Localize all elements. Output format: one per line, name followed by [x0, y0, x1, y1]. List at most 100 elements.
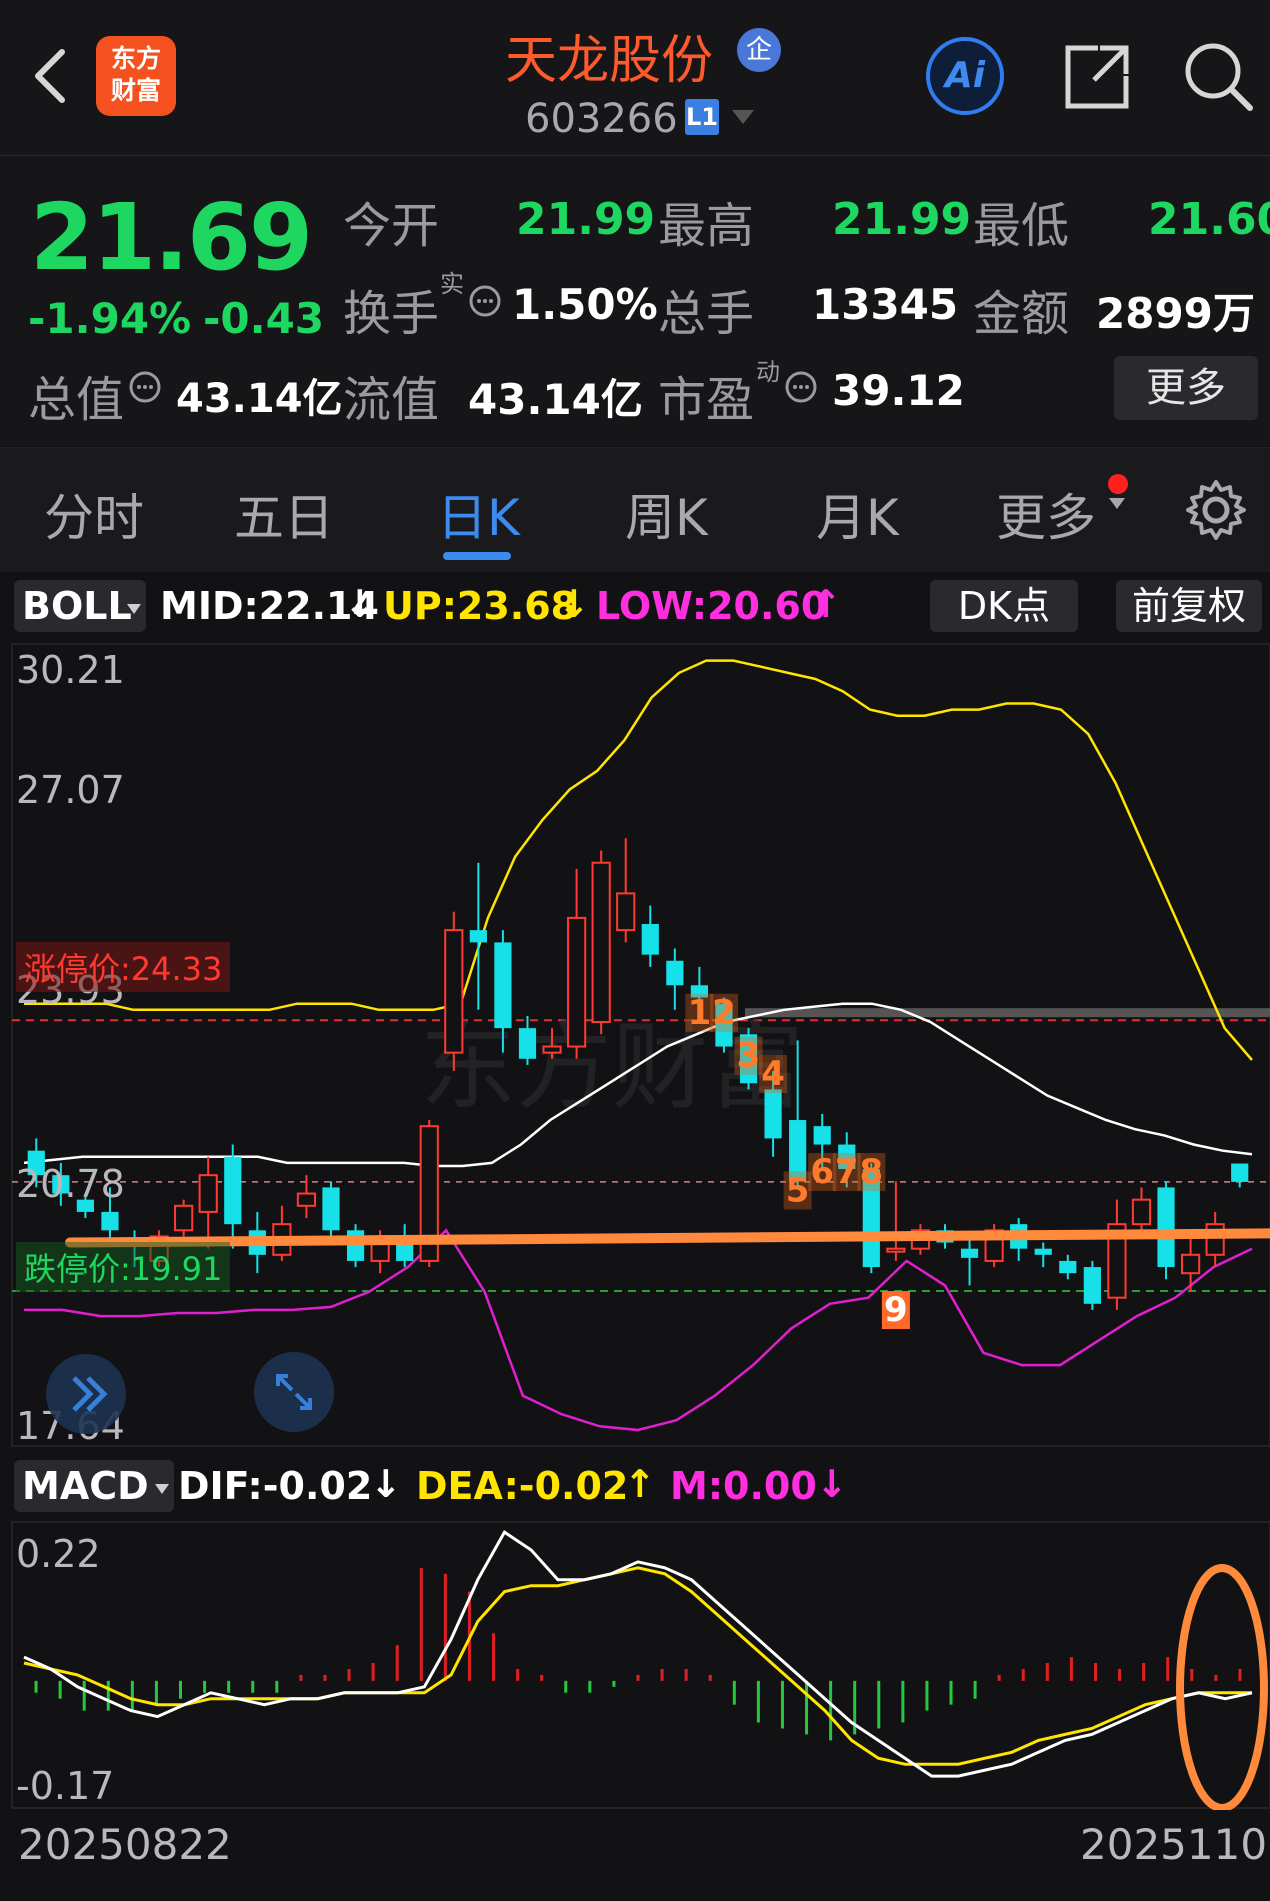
search-icon[interactable] — [1180, 38, 1256, 118]
more-button[interactable]: 更多 — [1114, 356, 1258, 420]
candle-body — [567, 916, 587, 1048]
change-amount: -0.43 — [203, 294, 325, 343]
macd-chart-area[interactable]: 0.22 -0.17 — [0, 1520, 1270, 1810]
notification-dot — [1108, 474, 1128, 494]
boll-up-arrow: ↓ — [558, 582, 590, 626]
price-axis-label: 20.78 — [16, 1162, 125, 1206]
macd-m: M:0.00 — [670, 1464, 817, 1508]
amount-value: 2899万 — [1096, 289, 1255, 338]
fast-forward-button[interactable] — [46, 1354, 126, 1434]
date-start: 20250822 — [18, 1820, 232, 1869]
fullscreen-button[interactable] — [254, 1352, 334, 1432]
open-label: 今开 — [343, 198, 440, 254]
candle-body — [322, 1187, 340, 1231]
settings-gear-icon[interactable] — [1184, 478, 1248, 546]
highlight-ellipse — [1176, 1564, 1268, 1810]
sequence-marker: 1 — [685, 993, 714, 1033]
dk-point-button[interactable]: DK点 — [930, 580, 1078, 632]
sequence-marker-label: 4 — [761, 1054, 785, 1094]
code-dropdown-icon[interactable] — [730, 108, 756, 130]
macd-svg[interactable] — [0, 1520, 1270, 1810]
candle-body — [1181, 1253, 1201, 1275]
candle-body — [542, 1045, 562, 1054]
volume-label: 总手 — [658, 286, 755, 342]
candle-body — [1083, 1267, 1101, 1304]
turnover-value: 1.50% — [512, 280, 658, 329]
boll-indicator-select[interactable]: BOLL — [14, 580, 146, 632]
candle-body — [960, 1248, 979, 1258]
sequence-marker-label: 9 — [884, 1290, 908, 1330]
sequence-marker-label: 6 — [810, 1152, 834, 1192]
limit-up-text: 涨停价:24.33 — [24, 950, 223, 988]
tab-more[interactable]: 更多 — [996, 478, 1096, 550]
candle-body — [518, 1028, 537, 1059]
candle-body — [813, 1126, 831, 1145]
turnover-info-icon[interactable] — [468, 284, 502, 322]
back-icon[interactable] — [26, 44, 74, 108]
price-axis-label: 27.07 — [16, 768, 125, 812]
sequence-marker: 9 — [881, 1290, 910, 1330]
candle-body — [641, 924, 659, 955]
fast-forward-icon — [72, 1376, 108, 1412]
candle-body — [1059, 1260, 1077, 1274]
pe-value: 39.12 — [832, 366, 965, 415]
ai-icon[interactable]: Ai — [926, 37, 1004, 115]
tab-daily-k[interactable]: 日K — [437, 478, 520, 550]
share-icon[interactable] — [1060, 40, 1134, 118]
limit-down-text: 跌停价:19.91 — [24, 1250, 223, 1288]
adjust-price-label: 前复权 — [1131, 584, 1246, 628]
company-badge-icon: 企 — [737, 28, 781, 72]
macd-indicator-name: MACD — [22, 1464, 149, 1508]
candle-body — [591, 861, 611, 1024]
total-mktcap-label: 总值 — [28, 372, 125, 428]
sequence-marker: 5 — [783, 1170, 812, 1210]
tab-intraday[interactable]: 分时 — [44, 478, 144, 550]
macd-dif-arrow: ↓ — [370, 1462, 402, 1506]
sequence-marker: 7 — [832, 1152, 861, 1192]
high-value: 21.99 — [832, 194, 972, 245]
candle-body — [494, 942, 512, 1029]
more-button-label: 更多 — [1146, 365, 1226, 411]
macd-axis-top: 0.22 — [16, 1532, 101, 1576]
candle-body — [1157, 1187, 1175, 1268]
macd-indicator-select[interactable]: MACD — [14, 1460, 174, 1512]
macd-header: MACD DIF:-0.02 ↓ DEA:-0.02 ↑ M:0.00 ↓ — [0, 1450, 1270, 1520]
sequence-marker: 4 — [759, 1054, 788, 1094]
limit-down-label: 跌停价:19.91 — [16, 1242, 231, 1292]
sequence-marker-label: 8 — [859, 1152, 883, 1192]
logo-line-1: 东方 — [110, 44, 161, 73]
candle-body — [1034, 1248, 1052, 1255]
stock-code: 603266 — [525, 96, 678, 142]
tab-weekly-k[interactable]: 周K — [625, 478, 708, 550]
turnover-sup: 实 — [440, 270, 464, 298]
adjust-price-button[interactable]: 前复权 — [1116, 580, 1262, 632]
change-percent: -1.94% — [28, 294, 192, 343]
tab-monthly-k[interactable]: 月K — [816, 478, 899, 550]
tab-five-day[interactable]: 五日 — [234, 478, 334, 550]
sequence-marker: 3 — [734, 1036, 763, 1076]
macd-dea-line — [23, 1566, 1252, 1766]
boll-up-line — [24, 659, 1253, 1061]
float-mktcap-label: 流值 — [343, 372, 440, 428]
period-tabs: 分时 五日 日K 周K 月K 更多 — [0, 447, 1270, 573]
boll-dropdown-icon — [126, 600, 142, 619]
logo-line-2: 财富 — [110, 76, 161, 105]
macd-dea: DEA:-0.02 — [416, 1464, 629, 1508]
sequence-marker-label: 3 — [737, 1036, 761, 1076]
boll-low-arrow: ↑ — [810, 582, 842, 626]
kline-chart-area[interactable]: 东方财富 123456789 30.21 27.07 23.93 20.78 1… — [0, 640, 1270, 1450]
candle-body — [1131, 1198, 1152, 1226]
sequence-marker: 8 — [857, 1152, 886, 1192]
total-mktcap-info-icon[interactable] — [128, 370, 162, 408]
kline-svg[interactable]: 东方财富 1 23 45 6 7 89 — [0, 640, 1270, 1450]
tab-more-dropdown-icon[interactable] — [1108, 496, 1126, 515]
limit-up-label: 涨停价:24.33 — [16, 942, 231, 992]
macd-axis-bottom: -0.17 — [16, 1764, 115, 1808]
sequence-marker-label: 2 — [712, 993, 736, 1033]
sequence-marker-label: 7 — [835, 1152, 859, 1192]
candle-body — [666, 960, 684, 986]
expand-icon — [276, 1374, 312, 1410]
candle-body — [469, 930, 487, 943]
price-axis-label: 30.21 — [16, 648, 125, 692]
pe-info-icon[interactable] — [784, 370, 818, 408]
